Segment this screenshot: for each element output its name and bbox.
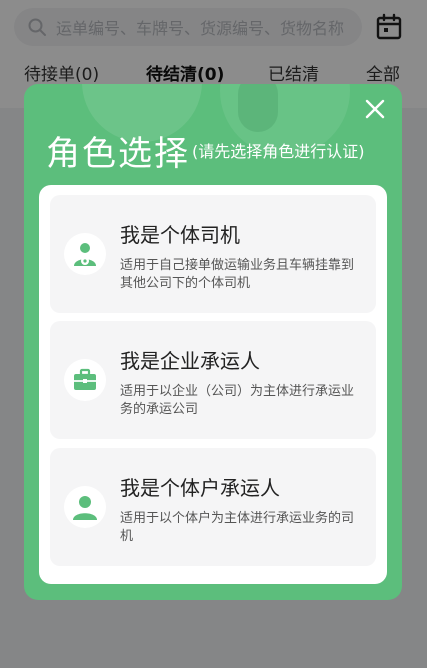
role-option-title: 我是个体户承运人	[120, 476, 280, 500]
modal-title: 角色选择	[46, 134, 190, 174]
role-option-individual-driver[interactable]: 我是个体司机 适用于自己接单做运输业务且车辆挂靠到其他公司下的个体司机	[50, 195, 376, 313]
role-options-panel: 我是个体司机 适用于自己接单做运输业务且车辆挂靠到其他公司下的个体司机 我是企业…	[39, 185, 387, 584]
role-option-enterprise-carrier[interactable]: 我是企业承运人 适用于以企业（公司）为主体进行承运业务的承运公司	[50, 321, 376, 439]
role-option-title: 我是个体司机	[120, 223, 240, 247]
decoration-shape	[238, 84, 278, 132]
role-option-description: 适用于以企业（公司）为主体进行承运业务的承运公司	[120, 384, 355, 417]
role-option-description: 适用于自己接单做运输业务且车辆挂靠到其他公司下的个体司机	[120, 258, 355, 291]
driver-icon	[64, 233, 106, 275]
role-option-description: 适用于以个体户为主体进行承运业务的司机	[120, 511, 355, 544]
role-option-individual-business-carrier[interactable]: 我是个体户承运人 适用于以个体户为主体进行承运业务的司机	[50, 448, 376, 566]
close-icon[interactable]	[362, 96, 388, 122]
briefcase-icon	[64, 359, 106, 401]
role-option-title: 我是企业承运人	[120, 349, 260, 373]
person-icon	[64, 486, 106, 528]
modal-subtitle: (请先选择角色进行认证)	[192, 142, 365, 161]
role-select-modal: 角色选择 (请先选择角色进行认证) 我是个体司机 适用于自己接单做运输业务且车辆…	[24, 84, 402, 600]
